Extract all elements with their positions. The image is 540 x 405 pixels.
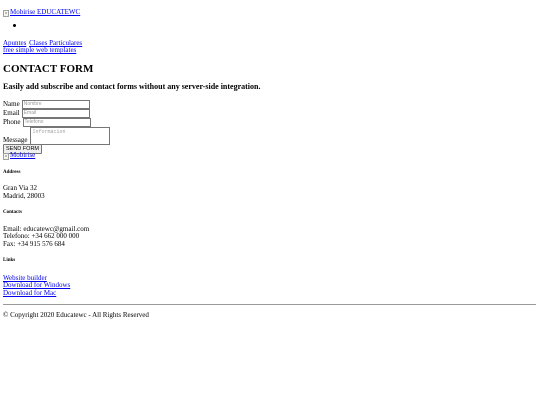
phone-input[interactable]: Telefono	[22, 118, 91, 127]
contacts-heading: Contacts	[3, 210, 22, 215]
footer-divider	[3, 304, 536, 305]
form-title: CONTACT FORM	[3, 63, 94, 75]
name-label: Name	[3, 100, 20, 108]
form-subtitle: Easily add subscribe and contact forms w…	[3, 82, 261, 91]
menu-list-item	[13, 22, 16, 30]
free-templates-container: free simple web templates	[3, 46, 76, 55]
name-input[interactable]: Nombre	[21, 100, 90, 109]
bullet-icon	[13, 24, 16, 27]
mobile-menu-list	[13, 22, 16, 30]
copyright-text: © Copyright 2020 Educatewc - All Rights …	[3, 311, 149, 319]
contact-fax: Fax: +34 915 576 684	[3, 240, 65, 248]
broken-image-icon	[3, 9, 9, 17]
name-row: Name Nombre	[3, 100, 90, 109]
email-label: Email	[3, 109, 20, 117]
message-textarea[interactable]: Informacion	[29, 127, 110, 145]
phone-row: Phone Telefono	[3, 118, 91, 127]
footer-logo-alt-text[interactable]: Mobirise	[10, 151, 35, 159]
brand-logo-link[interactable]: Mobirise EDUCATEWC	[3, 8, 80, 17]
phone-label: Phone	[3, 118, 21, 126]
address-heading: Address	[3, 170, 21, 175]
download-mac-link[interactable]: Download for Mac	[3, 289, 56, 298]
brand-logo-alt-text[interactable]: Mobirise EDUCATEWC	[10, 8, 80, 16]
message-row: Message Informacion	[3, 127, 110, 145]
footer-logo-link[interactable]: Mobirise	[3, 151, 35, 160]
email-input[interactable]: Email	[21, 109, 90, 118]
links-heading: Links	[3, 258, 16, 263]
address-line: Madrid, 28003	[3, 192, 45, 200]
email-row: Email Email	[3, 109, 90, 118]
free-templates-link[interactable]: free simple web templates	[3, 46, 76, 54]
broken-image-icon	[3, 152, 9, 160]
